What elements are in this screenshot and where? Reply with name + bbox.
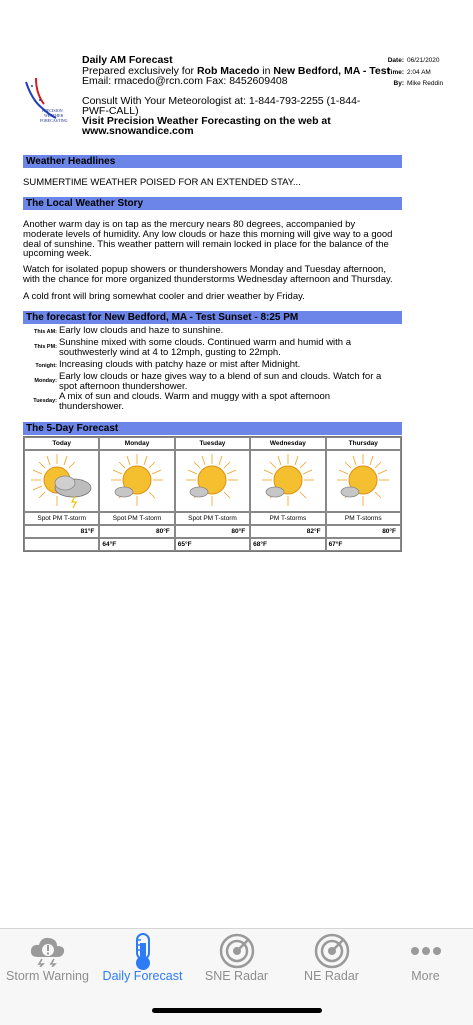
tab-daily-forecast[interactable]: Daily Forecast: [95, 929, 190, 989]
story-paragraph-1: Another warm day is on tap as the mercur…: [23, 219, 393, 260]
sun-small-cloud-icon: [186, 454, 239, 506]
condition-text: PM T-storms: [325, 512, 401, 525]
story-paragraph-2: Watch for isolated popup showers or thun…: [23, 264, 393, 285]
five-day-table: Today Monday Tuesday Wednesday Thursday: [23, 436, 402, 552]
tab-ne-radar[interactable]: NE Radar: [284, 929, 379, 989]
low-temp: [24, 538, 100, 551]
sun-small-cloud-icon: [337, 454, 390, 506]
sun-small-cloud-icon: [111, 454, 164, 506]
weather-icon-cell: [24, 450, 100, 512]
low-temp: 64°F: [99, 538, 175, 551]
condition-text: Spot PM T-storm: [24, 512, 100, 525]
date-meta: Date: 06/21/2020: [387, 57, 440, 64]
website-link[interactable]: www.snowandice.com: [82, 126, 194, 137]
headlines-section-bar: Weather Headlines: [23, 155, 402, 168]
low-temp: 68°F: [250, 538, 326, 551]
time-meta: Time: 2:04 AM: [386, 69, 431, 76]
condition-text: Spot PM T-storm: [99, 512, 175, 525]
high-temp: 81°F: [24, 525, 100, 538]
high-temp: 80°F: [99, 525, 175, 538]
precision-weather-logo: PRECISION WEATHER FORECASTING: [25, 77, 68, 123]
tab-storm-warning[interactable]: Storm Warning: [0, 929, 95, 989]
day-name: Thursday: [325, 437, 401, 450]
periods-section-bar: The forecast for New Bedford, MA - Test …: [23, 311, 402, 324]
sun-small-cloud-icon: [261, 454, 314, 506]
weather-icon-cell: [250, 450, 326, 512]
low-temp: 67°F: [325, 538, 401, 551]
tab-more[interactable]: More: [378, 929, 473, 989]
weather-icon-cell: [99, 450, 175, 512]
forecast-document: PRECISION WEATHER FORECASTING Daily AM F…: [0, 0, 473, 928]
tab-label: SNE Radar: [204, 969, 269, 983]
contact-line: Email: rmacedo@rcn.com Fax: 8452609408: [82, 75, 288, 87]
tab-label: Daily Forecast: [102, 969, 183, 983]
day-name: Tuesday: [174, 437, 251, 450]
high-temp: 80°F: [174, 525, 251, 538]
day-name: Wednesday: [250, 437, 326, 450]
weather-icon-cell: [174, 450, 251, 512]
story-section-bar: The Local Weather Story: [23, 197, 402, 210]
author-meta: By: Mike Reddin: [393, 80, 444, 87]
condition-text: PM T-storms: [250, 512, 326, 525]
low-temp: 65°F: [174, 538, 251, 551]
high-temp: 82°F: [250, 525, 326, 538]
day-name: Today: [24, 437, 100, 450]
tab-label: NE Radar: [304, 969, 359, 983]
home-indicator[interactable]: [152, 1008, 322, 1013]
tab-label: More: [411, 969, 440, 983]
thermometer-icon: [135, 933, 150, 970]
more-dots-icon: [410, 947, 441, 955]
day-name: Monday: [99, 437, 175, 450]
radar-icon: [219, 933, 254, 969]
story-paragraph-3: A cold front will bring somewhat cooler …: [23, 291, 305, 302]
tab-sne-radar[interactable]: SNE Radar: [189, 929, 284, 989]
storm-cloud-icon: [30, 937, 64, 967]
condition-text: Spot PM T-storm: [174, 512, 251, 525]
five-day-section-bar: The 5-Day Forecast: [23, 422, 402, 435]
radar-icon: [314, 933, 349, 969]
high-temp: 80°F: [325, 525, 401, 538]
weather-icon-cell: [325, 450, 401, 512]
sun-cloud-storm-icon: [30, 454, 92, 509]
headline-text: SUMMERTIME WEATHER POISED FOR AN EXTENDE…: [23, 177, 301, 188]
svg-text:FORECASTING: FORECASTING: [40, 118, 68, 123]
tab-label: Storm Warning: [6, 969, 89, 983]
